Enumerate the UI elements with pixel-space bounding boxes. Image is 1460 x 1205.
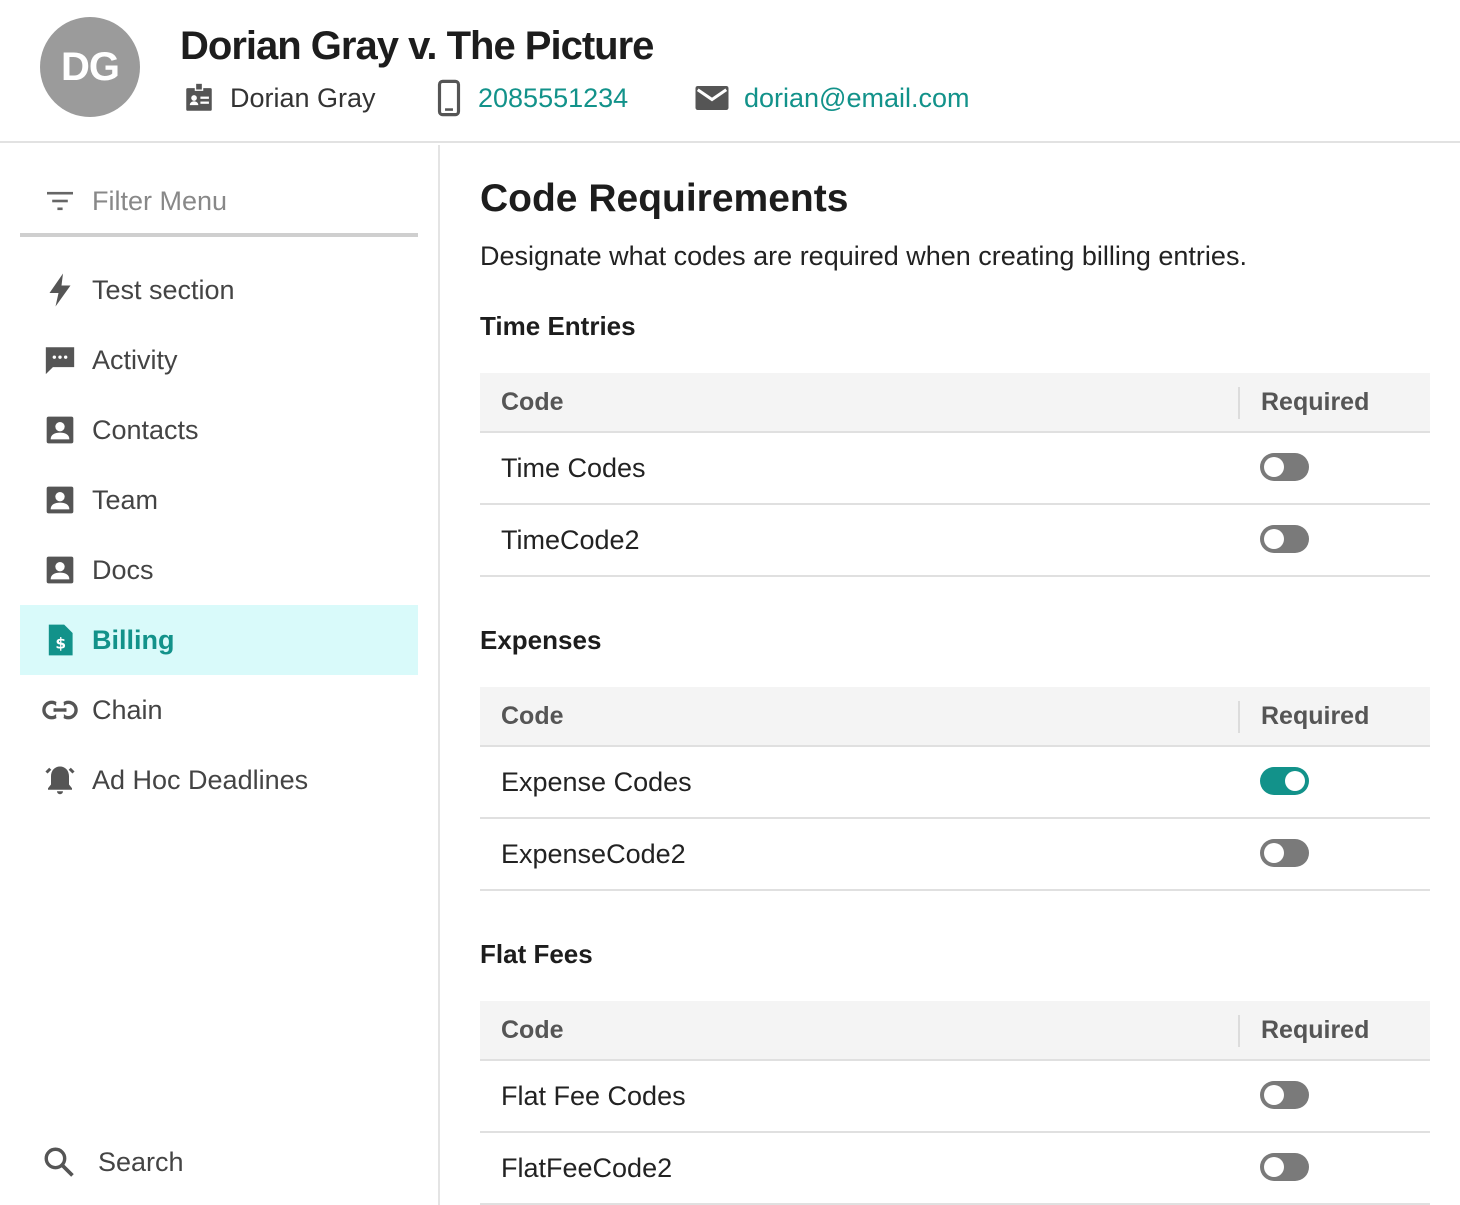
page-subtitle: Designate what codes are required when c… bbox=[480, 241, 1247, 271]
sidebar-item-label: Chain bbox=[92, 694, 163, 725]
contact-card-icon bbox=[42, 412, 78, 448]
column-divider bbox=[1238, 701, 1240, 733]
code-label: ExpenseCode2 bbox=[501, 838, 686, 869]
required-toggle[interactable] bbox=[1260, 839, 1309, 867]
page-title: Code Requirements bbox=[480, 177, 849, 220]
sidebar-nav: Test section Activity Contacts Team Docs bbox=[20, 255, 418, 815]
code-label: FlatFeeCode2 bbox=[501, 1152, 673, 1183]
client-contact: Dorian Gray bbox=[182, 78, 376, 118]
section-time-entries: Time Entries Code Required Time Codes Ti… bbox=[480, 311, 1430, 577]
case-header: DG Dorian Gray v. The Picture Dorian Gra… bbox=[0, 0, 1460, 143]
table-row: Time Codes bbox=[480, 433, 1430, 505]
toggle-knob bbox=[1264, 843, 1284, 863]
table-row: ExpenseCode2 bbox=[480, 819, 1430, 891]
client-name: Dorian Gray bbox=[230, 82, 376, 113]
code-label: Flat Fee Codes bbox=[501, 1080, 686, 1111]
table-header: Code Required bbox=[480, 1001, 1430, 1061]
code-label: Time Codes bbox=[501, 452, 646, 483]
contact-card-icon bbox=[42, 552, 78, 588]
sidebar-item-docs[interactable]: Docs bbox=[20, 535, 418, 605]
mobile-phone-icon bbox=[437, 79, 461, 117]
toggle-knob bbox=[1264, 1157, 1284, 1177]
toggle-knob bbox=[1264, 529, 1284, 549]
chat-icon bbox=[42, 342, 78, 378]
sidebar-item-label: Contacts bbox=[92, 414, 199, 445]
sidebar-item-label: Test section bbox=[92, 274, 235, 305]
filter-placeholder: Filter Menu bbox=[92, 185, 228, 216]
toggle-knob bbox=[1285, 771, 1305, 791]
sidebar: Filter Menu Test section Activity Contac… bbox=[0, 145, 440, 1205]
required-toggle[interactable] bbox=[1260, 767, 1309, 795]
phone-contact[interactable]: 2085551234 bbox=[434, 78, 628, 118]
required-toggle[interactable] bbox=[1260, 525, 1309, 553]
section-flat-fees: Flat Fees Code Required Flat Fee Codes F… bbox=[480, 939, 1430, 1205]
required-toggle[interactable] bbox=[1260, 453, 1309, 481]
column-divider bbox=[1238, 1015, 1240, 1047]
column-header-code[interactable]: Code bbox=[501, 702, 564, 731]
sidebar-item-ad-hoc-deadlines[interactable]: Ad Hoc Deadlines bbox=[20, 745, 418, 815]
column-header-required[interactable]: Required bbox=[1261, 1016, 1369, 1045]
section-title: Flat Fees bbox=[480, 939, 593, 969]
filter-menu-input[interactable]: Filter Menu bbox=[20, 169, 418, 237]
invoice-icon: $ bbox=[42, 622, 78, 658]
table-header: Code Required bbox=[480, 687, 1430, 747]
sidebar-item-billing[interactable]: $ Billing bbox=[20, 605, 418, 675]
email-link[interactable]: dorian@email.com bbox=[744, 83, 970, 114]
code-label: TimeCode2 bbox=[501, 524, 640, 555]
table-row: Expense Codes bbox=[480, 747, 1430, 819]
column-header-code[interactable]: Code bbox=[501, 1016, 564, 1045]
mail-icon bbox=[695, 86, 729, 110]
email-contact[interactable]: dorian@email.com bbox=[694, 78, 970, 118]
table-header: Code Required bbox=[480, 373, 1430, 433]
sidebar-item-label: Billing bbox=[92, 624, 175, 655]
column-divider bbox=[1238, 387, 1240, 419]
filter-icon bbox=[47, 191, 73, 211]
section-expenses: Expenses Code Required Expense Codes Exp… bbox=[480, 625, 1430, 891]
svg-text:$: $ bbox=[55, 634, 66, 652]
toggle-knob bbox=[1264, 457, 1284, 477]
code-table: Code Required Flat Fee Codes FlatFeeCode… bbox=[480, 1001, 1430, 1205]
table-row: FlatFeeCode2 bbox=[480, 1133, 1430, 1205]
required-toggle[interactable] bbox=[1260, 1081, 1309, 1109]
column-header-required[interactable]: Required bbox=[1261, 388, 1369, 417]
code-table: Code Required Time Codes TimeCode2 bbox=[480, 373, 1430, 577]
sidebar-item-label: Activity bbox=[92, 344, 178, 375]
code-table: Code Required Expense Codes ExpenseCode2 bbox=[480, 687, 1430, 891]
id-badge-icon bbox=[186, 83, 212, 111]
sidebar-search[interactable]: Search bbox=[20, 1127, 184, 1197]
contact-card-icon bbox=[42, 482, 78, 518]
lightning-icon bbox=[42, 272, 78, 308]
search-icon bbox=[44, 1147, 74, 1177]
sidebar-item-contacts[interactable]: Contacts bbox=[20, 395, 418, 465]
sidebar-item-test-section[interactable]: Test section bbox=[20, 255, 418, 325]
column-header-required[interactable]: Required bbox=[1261, 702, 1369, 731]
section-title: Expenses bbox=[480, 625, 602, 655]
alarm-bell-icon bbox=[42, 762, 78, 798]
phone-link[interactable]: 2085551234 bbox=[478, 83, 628, 114]
sidebar-item-team[interactable]: Team bbox=[20, 465, 418, 535]
sidebar-item-label: Ad Hoc Deadlines bbox=[92, 764, 309, 795]
sidebar-item-activity[interactable]: Activity bbox=[20, 325, 418, 395]
table-row: TimeCode2 bbox=[480, 505, 1430, 577]
toggle-knob bbox=[1264, 1085, 1284, 1105]
sidebar-item-label: Docs bbox=[92, 554, 154, 585]
page-case-title: Dorian Gray v. The Picture bbox=[180, 24, 654, 68]
link-icon bbox=[42, 692, 78, 728]
code-label: Expense Codes bbox=[501, 766, 692, 797]
column-header-code[interactable]: Code bbox=[501, 388, 564, 417]
sidebar-item-label: Team bbox=[92, 484, 159, 515]
section-title: Time Entries bbox=[480, 311, 636, 341]
avatar[interactable]: DG bbox=[40, 17, 140, 117]
sidebar-item-chain[interactable]: Chain bbox=[20, 675, 418, 745]
search-label: Search bbox=[98, 1146, 184, 1177]
table-row: Flat Fee Codes bbox=[480, 1061, 1430, 1133]
required-toggle[interactable] bbox=[1260, 1153, 1309, 1181]
